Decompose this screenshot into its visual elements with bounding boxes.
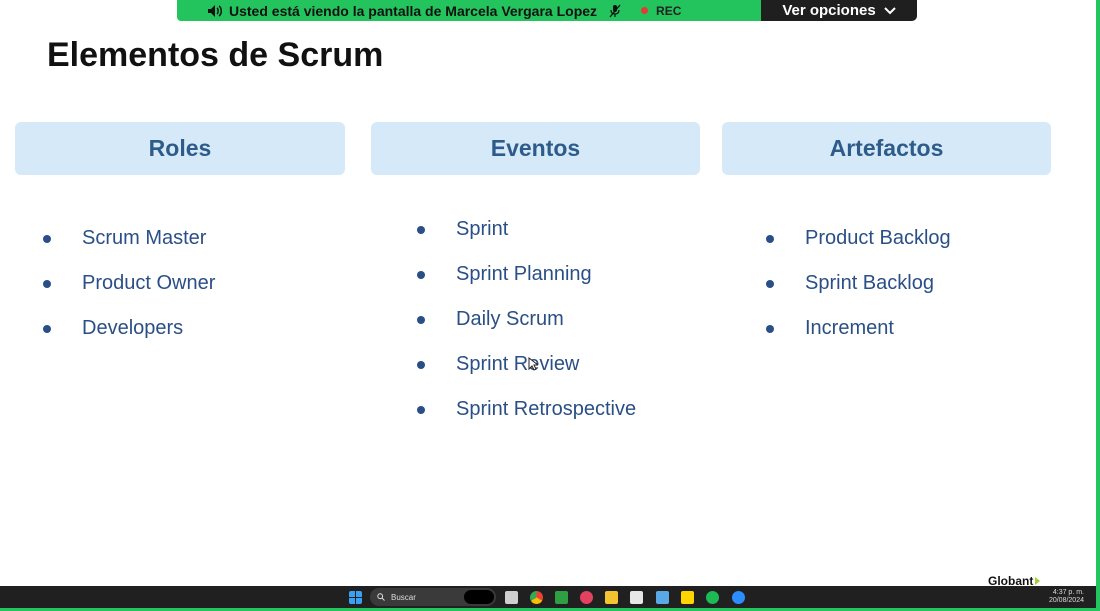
app-icon[interactable] [580, 591, 593, 604]
notepad-icon[interactable] [656, 591, 669, 604]
rec-label: REC [656, 3, 682, 18]
editor-icon[interactable] [630, 591, 643, 604]
list-item-label: Scrum Master [82, 227, 207, 249]
artefactos-list: Product Backlog Sprint Backlog Increment [766, 216, 951, 351]
roles-list: Scrum Master Product Owner Developers [43, 216, 215, 351]
list-item: Increment [766, 306, 951, 351]
list-item: Product Owner [43, 261, 215, 306]
bullet-icon [417, 270, 425, 279]
mic-off-icon [609, 4, 621, 17]
taskbar: Buscar 4:37 p. m. 20/08/2024 [0, 586, 1096, 608]
speaker-icon [208, 4, 222, 17]
bullet-icon [417, 225, 425, 234]
bullet-icon [766, 234, 774, 243]
list-item-label: Sprint [456, 218, 509, 240]
list-item: Sprint [417, 207, 636, 252]
column-header-roles: Roles [15, 122, 345, 175]
list-item-label: Product Owner [82, 272, 216, 294]
bullet-icon [43, 234, 51, 243]
clock-time: 4:37 p. m. [1052, 589, 1084, 596]
list-item-label: Sprint Review [456, 353, 580, 375]
bullet-icon [417, 405, 425, 414]
eventos-list: Sprint Sprint Planning Daily Scrum Sprin… [417, 207, 636, 432]
chat-icon[interactable] [555, 591, 568, 604]
list-item: Daily Scrum [417, 297, 636, 342]
list-item: Product Backlog [766, 216, 951, 261]
share-frame-right [1096, 0, 1100, 611]
list-item-label: Product Backlog [805, 227, 951, 249]
view-options-label: Ver opciones [782, 2, 876, 19]
mouse-cursor-icon [528, 357, 538, 371]
view-options-button[interactable]: Ver opciones [761, 0, 917, 21]
zoom-icon[interactable] [732, 591, 745, 604]
bullet-icon [417, 315, 425, 324]
list-item-label: Sprint Backlog [805, 272, 934, 294]
bullet-icon [766, 324, 774, 333]
list-item-label: Increment [805, 317, 894, 339]
task-view-icon[interactable] [505, 591, 518, 604]
spotify-icon[interactable] [706, 591, 719, 604]
share-info: Usted está viendo la pantalla de Marcela… [177, 0, 761, 21]
search-highlight-icon [464, 590, 494, 604]
search-icon [377, 593, 385, 601]
list-item: Sprint Review [417, 342, 636, 387]
file-explorer-icon[interactable] [605, 591, 618, 604]
list-item-label: Developers [82, 317, 184, 339]
list-item: Developers [43, 306, 215, 351]
list-item-label: Daily Scrum [456, 308, 564, 330]
share-message: Usted está viendo la pantalla de Marcela… [229, 2, 598, 19]
bullet-icon [417, 360, 425, 369]
taskbar-search[interactable]: Buscar [370, 588, 496, 606]
list-item: Sprint Retrospective [417, 387, 636, 432]
logo-arrow-icon [1035, 577, 1041, 585]
list-item: Scrum Master [43, 216, 215, 261]
bullet-icon [43, 279, 51, 288]
list-item-label: Sprint Planning [456, 263, 592, 285]
bullet-icon [766, 279, 774, 288]
clock-date: 20/08/2024 [1048, 597, 1084, 604]
windows-start-icon[interactable] [349, 591, 362, 604]
list-item: Sprint Planning [417, 252, 636, 297]
sticky-notes-icon[interactable] [681, 591, 694, 604]
bullet-icon [43, 324, 51, 333]
taskbar-clock[interactable]: 4:37 p. m. 20/08/2024 [1034, 589, 1084, 605]
rec-indicator-icon [641, 7, 649, 14]
chevron-down-icon [883, 6, 896, 14]
slide-title: Elementos de Scrum [47, 36, 384, 74]
chrome-icon[interactable] [530, 591, 543, 604]
search-placeholder: Buscar [391, 592, 416, 602]
list-item: Sprint Backlog [766, 261, 951, 306]
column-header-artefactos: Artefactos [722, 122, 1051, 175]
list-item-label: Sprint Retrospective [456, 398, 637, 420]
column-header-eventos: Eventos [371, 122, 700, 175]
screen-share-banner: Usted está viendo la pantalla de Marcela… [177, 0, 917, 21]
